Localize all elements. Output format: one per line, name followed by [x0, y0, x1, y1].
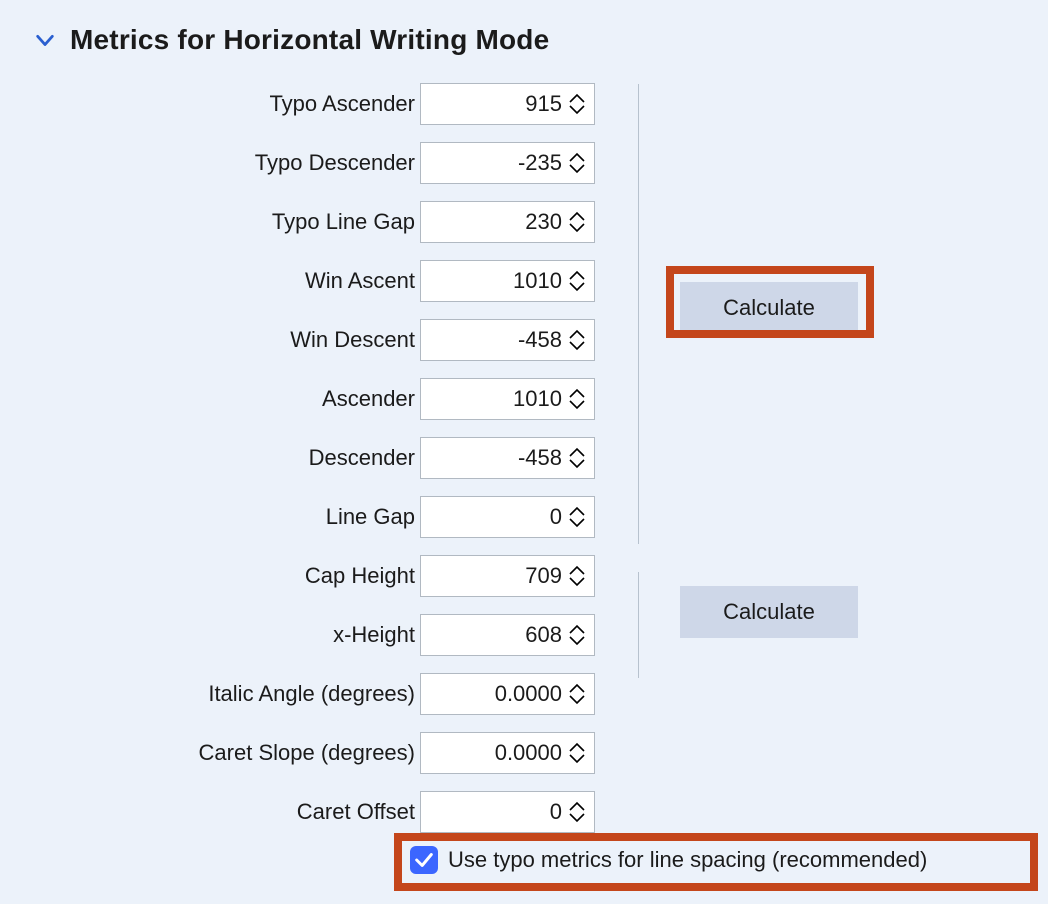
label-typo-ascender: Typo Ascender: [135, 91, 415, 117]
stepper-arrows-icon[interactable]: [568, 556, 588, 596]
stepper-arrows-icon[interactable]: [568, 261, 588, 301]
row-typo-ascender: Typo Ascender 915: [0, 74, 600, 133]
spinner-win-descent[interactable]: -458: [420, 319, 595, 361]
stepper-arrows-icon[interactable]: [568, 674, 588, 714]
row-typo-line-gap: Typo Line Gap 230: [0, 192, 600, 251]
label-typo-line-gap: Typo Line Gap: [135, 209, 415, 235]
spinner-win-ascent[interactable]: 1010: [420, 260, 595, 302]
value-x-height: 608: [525, 622, 562, 648]
value-caret-offset: 0: [550, 799, 562, 825]
label-win-descent: Win Descent: [135, 327, 415, 353]
label-descender: Descender: [135, 445, 415, 471]
section-title: Metrics for Horizontal Writing Mode: [70, 24, 549, 56]
spinner-typo-descender[interactable]: -235: [420, 142, 595, 184]
spinner-caret-offset[interactable]: 0: [420, 791, 595, 833]
spinner-caret-slope[interactable]: 0.0000: [420, 732, 595, 774]
calculate-button-2-label: Calculate: [723, 599, 815, 625]
value-caret-slope: 0.0000: [495, 740, 562, 766]
spinner-ascender[interactable]: 1010: [420, 378, 595, 420]
stepper-arrows-icon[interactable]: [568, 438, 588, 478]
label-typo-descender: Typo Descender: [135, 150, 415, 176]
row-x-height: x-Height 608: [0, 605, 600, 664]
stepper-arrows-icon[interactable]: [568, 320, 588, 360]
label-line-gap: Line Gap: [135, 504, 415, 530]
row-descender: Descender -458: [0, 428, 600, 487]
stepper-arrows-icon[interactable]: [568, 497, 588, 537]
row-ascender: Ascender 1010: [0, 369, 600, 428]
row-win-ascent: Win Ascent 1010: [0, 251, 600, 310]
spinner-typo-line-gap[interactable]: 230: [420, 201, 595, 243]
value-descender: -458: [518, 445, 562, 471]
calculate-button-1[interactable]: Calculate: [680, 282, 858, 334]
spinner-cap-height[interactable]: 709: [420, 555, 595, 597]
spinner-line-gap[interactable]: 0: [420, 496, 595, 538]
row-typo-descender: Typo Descender -235: [0, 133, 600, 192]
label-caret-slope: Caret Slope (degrees): [135, 740, 415, 766]
value-cap-height: 709: [525, 563, 562, 589]
spinner-x-height[interactable]: 608: [420, 614, 595, 656]
value-typo-line-gap: 230: [525, 209, 562, 235]
spinner-italic-angle[interactable]: 0.0000: [420, 673, 595, 715]
row-italic-angle: Italic Angle (degrees) 0.0000: [0, 664, 600, 723]
row-line-gap: Line Gap 0: [0, 487, 600, 546]
stepper-arrows-icon[interactable]: [568, 202, 588, 242]
stepper-arrows-icon[interactable]: [568, 615, 588, 655]
value-ascender: 1010: [513, 386, 562, 412]
value-typo-descender: -235: [518, 150, 562, 176]
stepper-arrows-icon[interactable]: [568, 792, 588, 832]
label-x-height: x-Height: [135, 622, 415, 648]
stepper-arrows-icon[interactable]: [568, 733, 588, 773]
checkbox-use-typo-label: Use typo metrics for line spacing (recom…: [448, 847, 927, 873]
stepper-arrows-icon[interactable]: [568, 379, 588, 419]
spinner-typo-ascender[interactable]: 915: [420, 83, 595, 125]
value-win-ascent: 1010: [513, 268, 562, 294]
value-typo-ascender: 915: [525, 91, 562, 117]
divider-vertical-2: [638, 572, 639, 678]
calculate-button-1-label: Calculate: [723, 295, 815, 321]
calculate-button-2[interactable]: Calculate: [680, 586, 858, 638]
checkbox-row-use-typo[interactable]: Use typo metrics for line spacing (recom…: [410, 846, 927, 874]
row-win-descent: Win Descent -458: [0, 310, 600, 369]
value-italic-angle: 0.0000: [495, 681, 562, 707]
label-caret-offset: Caret Offset: [135, 799, 415, 825]
label-ascender: Ascender: [135, 386, 415, 412]
stepper-arrows-icon[interactable]: [568, 84, 588, 124]
spinner-descender[interactable]: -458: [420, 437, 595, 479]
divider-vertical-1: [638, 84, 639, 544]
value-line-gap: 0: [550, 504, 562, 530]
stepper-arrows-icon[interactable]: [568, 143, 588, 183]
row-caret-offset: Caret Offset 0: [0, 782, 600, 841]
value-win-descent: -458: [518, 327, 562, 353]
row-caret-slope: Caret Slope (degrees) 0.0000: [0, 723, 600, 782]
chevron-down-icon: [34, 29, 56, 51]
checkbox-use-typo[interactable]: [410, 846, 438, 874]
section-header[interactable]: Metrics for Horizontal Writing Mode: [34, 24, 549, 56]
row-cap-height: Cap Height 709: [0, 546, 600, 605]
label-italic-angle: Italic Angle (degrees): [135, 681, 415, 707]
metric-rows: Typo Ascender 915 Typo Descender -235 Ty…: [0, 74, 600, 841]
label-win-ascent: Win Ascent: [135, 268, 415, 294]
label-cap-height: Cap Height: [135, 563, 415, 589]
